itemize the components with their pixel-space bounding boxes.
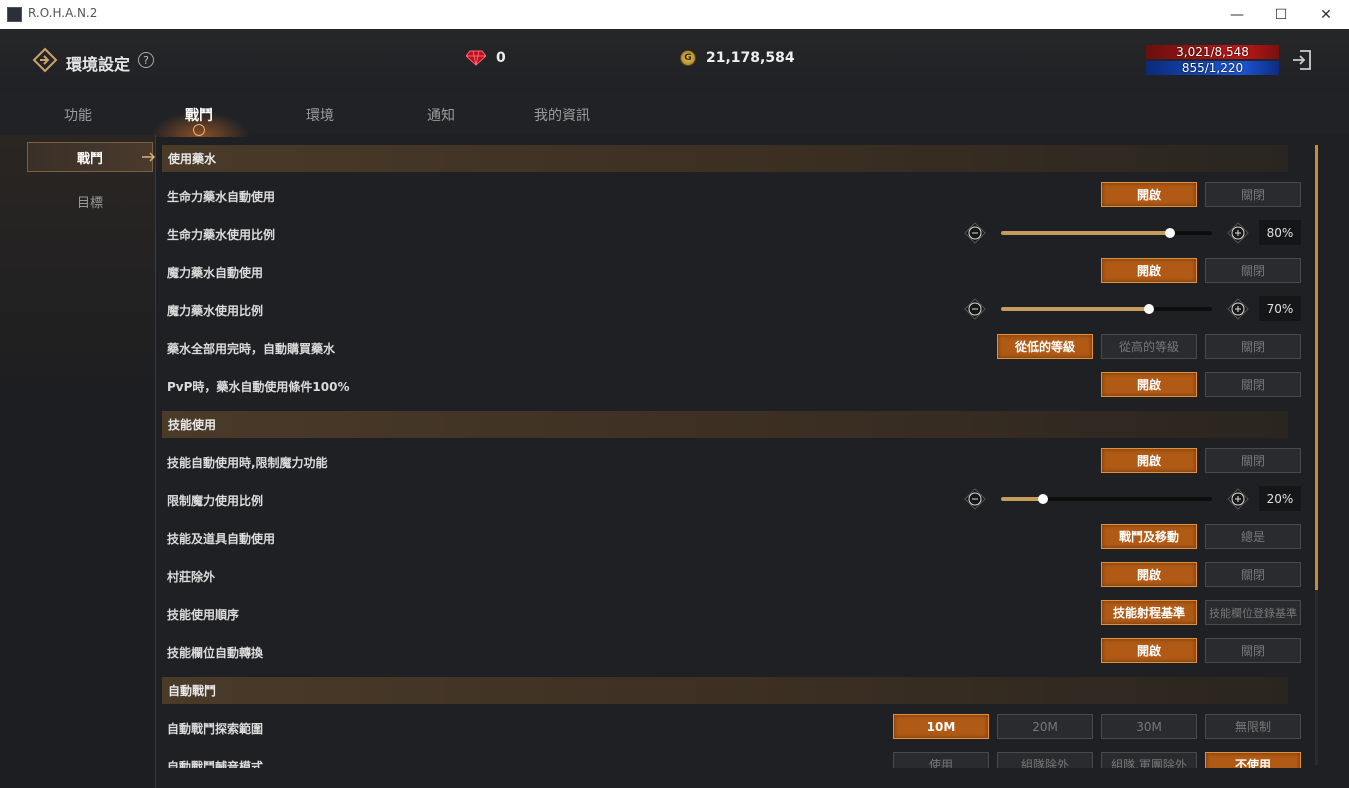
close-button[interactable]: ✕ — [1303, 0, 1349, 29]
content-scrollbar[interactable] — [1315, 145, 1318, 765]
pvp-on-button[interactable]: 開啟 — [1101, 372, 1197, 397]
mp-auto-on-button[interactable]: 開啟 — [1101, 258, 1197, 283]
page-title: 環境設定 — [66, 55, 131, 74]
plus-icon[interactable] — [1227, 488, 1249, 510]
section-skill: 技能使用 — [162, 411, 1288, 438]
minus-icon[interactable] — [964, 488, 986, 510]
gold-currency: G 21,178,584 — [672, 44, 795, 74]
gold-coin-icon: G — [680, 50, 696, 66]
gem-currency: 0 — [458, 44, 578, 74]
row-label-skill-item: 技能及道具自動使用 — [167, 532, 276, 546]
slot-switch-on-button[interactable]: 開啟 — [1101, 638, 1197, 663]
tab-function[interactable]: 功能 — [38, 105, 118, 125]
limit-ratio-slider[interactable] — [1001, 494, 1212, 504]
mp-auto-off-button[interactable]: 關閉 — [1205, 258, 1301, 283]
mode-party-clan-except-button[interactable]: 組隊.軍團除外 — [1101, 752, 1197, 768]
slider-knob[interactable] — [1164, 228, 1175, 238]
row-label-hp-ratio: 生命力藥水使用比例 — [167, 228, 276, 242]
mode-not-use-button[interactable]: 不使用 — [1205, 752, 1301, 768]
arrow-right-icon — [142, 152, 156, 162]
skill-limit-on-button[interactable]: 開啟 — [1101, 448, 1197, 473]
row-label-limit-ratio: 限制魔力使用比例 — [167, 494, 264, 508]
tab-active-marker — [193, 124, 205, 136]
minus-icon[interactable] — [964, 298, 986, 320]
row-label-skill-limit: 技能自動使用時,限制魔力功能 — [167, 456, 328, 470]
sidebar-item-combat[interactable]: 戰鬥 — [27, 142, 156, 172]
mp-bar: 855/1,220 — [1146, 61, 1279, 75]
row-label-range: 自動戰鬥探索範圍 — [167, 722, 264, 736]
sidebar-item-label: 戰鬥 — [76, 151, 103, 167]
slot-basis-button[interactable]: 技能欄位登錄基準 — [1205, 600, 1301, 625]
mp-ratio-value: 70% — [1259, 296, 1301, 321]
buy-high-button[interactable]: 從高的等級 — [1101, 334, 1197, 359]
row-label-mode: 自動戰鬥輔音模式 — [167, 760, 264, 768]
skill-limit-off-button[interactable]: 關閉 — [1205, 448, 1301, 473]
exit-icon[interactable] — [1290, 48, 1314, 72]
row-label-order: 技能使用順序 — [167, 608, 240, 622]
row-label-auto-buy: 藥水全部用完時，自動購買藥水 — [167, 342, 336, 356]
gem-count: 0 — [496, 50, 506, 66]
slot-switch-off-button[interactable]: 關閉 — [1205, 638, 1301, 663]
window-title: R.O.H.A.N.2 — [28, 6, 98, 20]
mode-party-except-button[interactable]: 組隊除外 — [997, 752, 1093, 768]
sidebar-item-label: 目標 — [76, 195, 103, 211]
settings-content: 使用藥水 生命力藥水自動使用 開啟 關閉 生命力藥水使用比例 80% 魔力藥水自… — [160, 143, 1308, 768]
hp-auto-off-button[interactable]: 關閉 — [1205, 182, 1301, 207]
mp-ratio-slider[interactable] — [1001, 304, 1212, 314]
range-unlimited-button[interactable]: 無限制 — [1205, 714, 1301, 739]
scrollbar-thumb[interactable] — [1315, 145, 1318, 590]
always-button[interactable]: 總是 — [1205, 524, 1301, 549]
slider-knob[interactable] — [1038, 494, 1049, 504]
hp-ratio-slider[interactable] — [1001, 228, 1212, 238]
section-potion: 使用藥水 — [162, 145, 1288, 172]
help-icon[interactable]: ? — [138, 52, 154, 68]
range-basis-button[interactable]: 技能射程基準 — [1101, 600, 1197, 625]
row-label-mp-auto: 魔力藥水自動使用 — [167, 266, 264, 280]
plus-icon[interactable] — [1227, 222, 1249, 244]
range-10m-button[interactable]: 10M — [893, 714, 989, 739]
pvp-off-button[interactable]: 關閉 — [1205, 372, 1301, 397]
minus-icon[interactable] — [964, 222, 986, 244]
window-titlebar: R.O.H.A.N.2 — ☐ ✕ — [0, 0, 1349, 29]
buy-off-button[interactable]: 關閉 — [1205, 334, 1301, 359]
range-20m-button[interactable]: 20M — [997, 714, 1093, 739]
plus-icon[interactable] — [1227, 298, 1249, 320]
limit-ratio-value: 20% — [1259, 486, 1301, 511]
buy-low-button[interactable]: 從低的等級 — [997, 334, 1093, 359]
settings-header: 環境設定 ? 0 G 21,178,584 3,021/8,548 855/1,… — [0, 29, 1349, 91]
sidebar: 戰鬥 目標 — [0, 135, 156, 788]
row-label-slot-switch: 技能欄位自動轉換 — [167, 646, 264, 660]
app-icon — [7, 7, 22, 22]
hp-ratio-value: 80% — [1259, 220, 1301, 245]
minimize-button[interactable]: — — [1214, 0, 1260, 29]
ruby-icon — [466, 50, 486, 66]
maximize-button[interactable]: ☐ — [1258, 0, 1304, 29]
tab-environment[interactable]: 環境 — [280, 105, 360, 125]
sidebar-item-target[interactable]: 目標 — [27, 186, 153, 216]
section-auto-combat: 自動戰鬥 — [162, 677, 1288, 704]
mode-use-button[interactable]: 使用 — [893, 752, 989, 768]
row-label-village: 村莊除外 — [167, 570, 216, 584]
row-label-hp-auto: 生命力藥水自動使用 — [167, 190, 276, 204]
tab-notification[interactable]: 通知 — [401, 105, 481, 125]
hp-auto-on-button[interactable]: 開啟 — [1101, 182, 1197, 207]
tab-my-info[interactable]: 我的資訊 — [522, 105, 602, 125]
row-label-pvp: PvP時，藥水自動使用條件100% — [167, 380, 350, 394]
slider-knob[interactable] — [1143, 304, 1154, 314]
diamond-arrow-icon — [32, 47, 58, 73]
tab-bar: 功能 戰鬥 環境 通知 我的資訊 — [0, 91, 1349, 137]
village-on-button[interactable]: 開啟 — [1101, 562, 1197, 587]
gold-count: 21,178,584 — [706, 50, 795, 66]
hp-bar: 3,021/8,548 — [1146, 45, 1279, 59]
tab-combat[interactable]: 戰鬥 — [159, 105, 239, 125]
row-label-mp-ratio: 魔力藥水使用比例 — [167, 304, 264, 318]
combat-move-button[interactable]: 戰鬥及移動 — [1101, 524, 1197, 549]
range-30m-button[interactable]: 30M — [1101, 714, 1197, 739]
village-off-button[interactable]: 關閉 — [1205, 562, 1301, 587]
